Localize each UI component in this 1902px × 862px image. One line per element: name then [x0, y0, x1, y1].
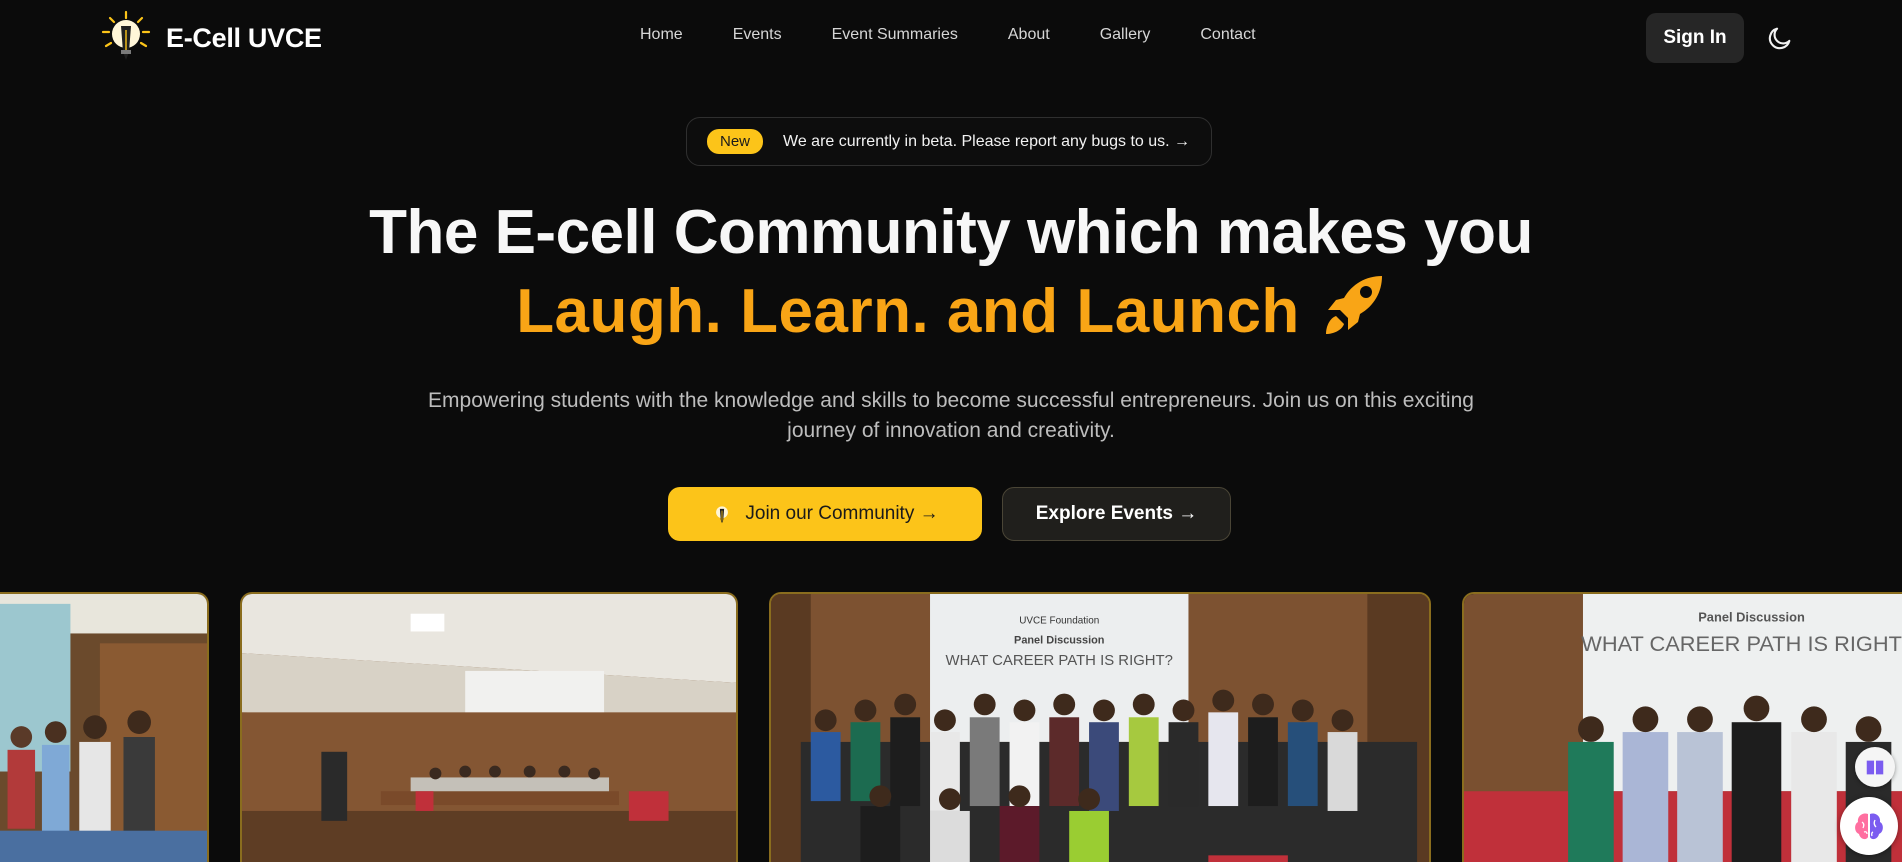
beta-banner[interactable]: New We are currently in beta. Please rep…	[686, 117, 1212, 166]
nav-item-events[interactable]: Events	[733, 26, 782, 44]
explore-events-button[interactable]: Explore Events →	[1002, 487, 1231, 541]
gallery-photo-1[interactable]	[0, 592, 209, 862]
hero-tagline-text: Laugh. Learn. and Launch	[516, 277, 1300, 346]
nav-item-home[interactable]: Home	[640, 26, 683, 44]
new-badge: New	[707, 129, 764, 154]
join-community-label: Join our Community →	[745, 503, 939, 524]
brand-name: E-Cell UVCE	[166, 22, 322, 53]
ai-assistant-button[interactable]	[1840, 797, 1898, 855]
join-community-button[interactable]: Join our Community →	[668, 487, 982, 541]
screen-title: Panel Discussion	[1698, 610, 1805, 625]
panel-group-photo-image: UVCE Foundation Panel Discussion WHAT CA…	[771, 594, 1429, 862]
lightbulb-pen-icon	[716, 506, 729, 524]
reader-widget-button[interactable]	[1855, 747, 1895, 787]
hero-subtitle: Empowering students with the knowledge a…	[428, 389, 1474, 442]
group-photo-image	[0, 594, 207, 862]
nav-item-event-summaries[interactable]: Event Summaries	[832, 26, 958, 44]
screen-brand: UVCE Foundation	[1019, 616, 1099, 627]
brand-logo-link[interactable]: E-Cell UVCE	[100, 10, 322, 66]
hero-headline: The E-cell Community which makes you	[369, 198, 1533, 267]
page: E-Cell UVCE Home Events Event Summaries …	[0, 0, 1902, 862]
rocket-icon	[1325, 276, 1382, 334]
site-header: E-Cell UVCE Home Events Event Summaries …	[0, 0, 1902, 76]
gallery-photo-4[interactable]: Panel Discussion WHAT CAREER PATH IS RIG…	[1462, 592, 1902, 862]
auditorium-photo-image	[242, 594, 736, 862]
panel-speakers-photo-image: Panel Discussion WHAT CAREER PATH IS RIG…	[1464, 594, 1902, 862]
brain-icon	[1855, 813, 1883, 840]
nav-item-contact[interactable]: Contact	[1200, 26, 1255, 44]
gallery-photo-2[interactable]	[240, 592, 738, 862]
sign-in-button[interactable]: Sign In	[1646, 13, 1744, 63]
screen-title: Panel Discussion	[1014, 634, 1104, 646]
lightbulb-pen-icon	[101, 10, 151, 60]
screen-heading: WHAT CAREER PATH IS RIGHT?	[946, 653, 1173, 669]
moon-icon[interactable]	[1766, 24, 1794, 52]
gallery-photo-3[interactable]: UVCE Foundation Panel Discussion WHAT CA…	[769, 592, 1431, 862]
book-icon	[1866, 760, 1884, 775]
main-nav: Home Events Event Summaries About Galler…	[640, 26, 1256, 44]
beta-message: We are currently in beta. Please report …	[783, 132, 1191, 150]
nav-item-gallery[interactable]: Gallery	[1100, 26, 1151, 44]
nav-item-about[interactable]: About	[1008, 26, 1050, 44]
hero-tagline: Laugh. Learn. and Launch	[0, 272, 1902, 349]
screen-heading: WHAT CAREER PATH IS RIGHT	[1581, 631, 1902, 656]
